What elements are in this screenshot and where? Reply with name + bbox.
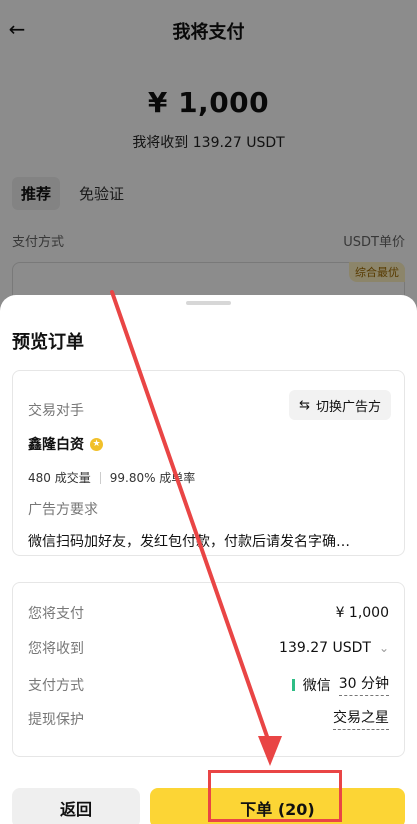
receive-value: 139.27 USDT [279, 640, 371, 656]
protect-value[interactable]: 交易之星 [333, 707, 389, 730]
method-value-group: 微信 30 分钟 [291, 673, 389, 696]
payment-method-row: 支付方式 微信 30 分钟 [28, 673, 389, 696]
switch-label: 切换广告方 [315, 399, 381, 415]
sheet-handle[interactable] [186, 301, 231, 305]
back-button[interactable]: 返回 [12, 788, 140, 824]
trade-count: 480 成交量 [28, 471, 91, 485]
merchant-stats: 480 成交量 99.80% 成单率 [28, 469, 195, 486]
receive-row[interactable]: 您将收到 139.27 USDT ⌄ [28, 638, 389, 658]
method-label: 支付方式 [28, 677, 84, 694]
requirements-label: 广告方要求 [28, 502, 98, 518]
merchant[interactable]: 鑫隆白资 ★ [28, 434, 103, 454]
receive-value-group: 139.27 USDT ⌄ [279, 640, 389, 656]
switch-advertiser-button[interactable]: ⇆ 切换广告方 [289, 390, 391, 420]
receive-label: 您将收到 [28, 641, 84, 657]
completion-rate: 99.80% 成单率 [109, 471, 196, 485]
protect-label: 提现保护 [28, 711, 84, 728]
pay-row: 您将支付 ¥ 1,000 [28, 603, 389, 623]
counterparty-label: 交易对手 [28, 403, 84, 419]
wechat-indicator [291, 678, 295, 691]
verified-badge-icon: ★ [90, 437, 103, 451]
counterparty-card: 交易对手 ⇆ 切换广告方 鑫隆白资 ★ 480 成交量 99.80% 成单率 广… [12, 370, 405, 556]
merchant-name: 鑫隆白资 [28, 437, 84, 453]
pay-value: ¥ 1,000 [335, 605, 389, 621]
method-time[interactable]: 30 分钟 [338, 673, 389, 696]
annotation-highlight-box [208, 770, 342, 822]
order-summary-card: 您将支付 ¥ 1,000 您将收到 139.27 USDT ⌄ 支付方式 微信 … [12, 582, 405, 757]
chevron-down-icon[interactable]: ⌄ [379, 641, 389, 655]
stats-divider [99, 471, 101, 484]
preview-order-sheet: 预览订单 交易对手 ⇆ 切换广告方 鑫隆白资 ★ 480 成交量 99.80% … [0, 295, 417, 824]
swap-icon: ⇆ [299, 397, 310, 413]
method-value: 微信 [302, 677, 331, 694]
withdraw-protection-row: 提现保护 交易之星 [28, 707, 389, 730]
sheet-title: 预览订单 [12, 332, 84, 353]
requirements-text: 微信扫码加好友，发红包付款，付款后请发名字确… [28, 534, 350, 550]
pay-label: 您将支付 [28, 606, 84, 622]
